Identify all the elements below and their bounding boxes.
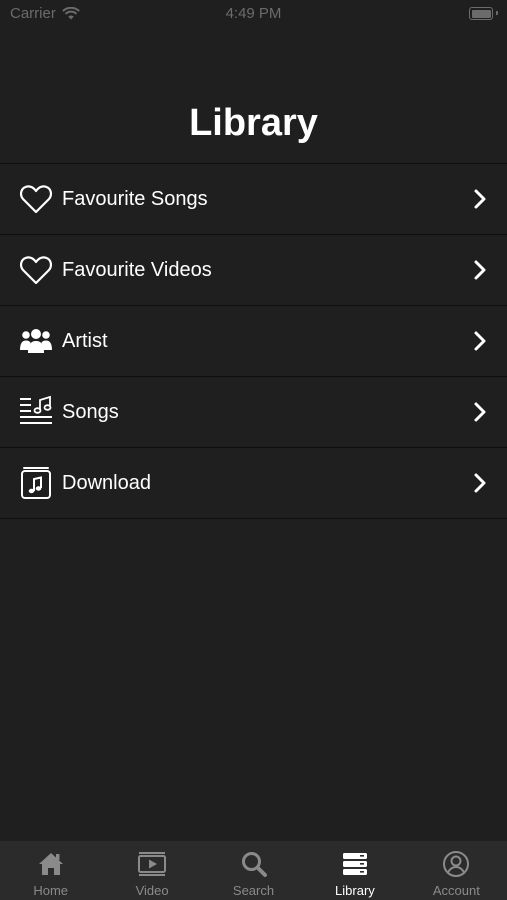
- search-icon: [241, 852, 267, 877]
- battery-tip: [496, 11, 498, 15]
- tab-bar: Home Video Search Library Account: [0, 841, 507, 900]
- chevron-right-icon: [474, 189, 486, 209]
- page-title: Library: [189, 102, 318, 144]
- menu-item-label: Songs: [62, 400, 119, 423]
- menu-item-label: Favourite Songs: [62, 187, 208, 210]
- menu-item-label: Favourite Videos: [62, 258, 212, 281]
- chevron-right-icon: [474, 473, 486, 493]
- status-time: 4:49 PM: [225, 5, 282, 22]
- tab-home[interactable]: Home: [0, 841, 101, 900]
- menu-item-favourite-videos[interactable]: Favourite Videos: [0, 235, 507, 306]
- menu-item-label: Artist: [62, 329, 108, 352]
- menu-item-label: Download: [62, 471, 151, 494]
- status-bar: Carrier 4:49 PM: [0, 0, 507, 28]
- people-icon: [19, 324, 53, 358]
- tab-label: Search: [232, 883, 275, 898]
- heart-icon: [19, 182, 53, 216]
- tab-label: Video: [135, 883, 169, 898]
- chevron-right-icon: [474, 260, 486, 280]
- menu-item-favourite-songs[interactable]: Favourite Songs: [0, 164, 507, 235]
- menu-item-artist[interactable]: Artist: [0, 306, 507, 377]
- music-list-icon: [19, 395, 53, 429]
- heart-icon: [19, 253, 53, 287]
- tab-label: Library: [335, 883, 375, 898]
- music-file-icon: [19, 466, 53, 500]
- battery-icon: [469, 7, 493, 20]
- chevron-right-icon: [474, 331, 486, 351]
- library-menu-list: Favourite Songs Favourite Videos Artist …: [0, 163, 507, 519]
- tab-label: Account: [432, 883, 480, 898]
- tab-search[interactable]: Search: [203, 841, 304, 900]
- tab-video[interactable]: Video: [101, 841, 202, 900]
- video-icon: [138, 852, 167, 876]
- tab-library[interactable]: Library: [304, 841, 405, 900]
- menu-item-songs[interactable]: Songs: [0, 377, 507, 448]
- chevron-right-icon: [474, 402, 486, 422]
- account-icon: [443, 851, 470, 877]
- tab-label: Home: [33, 883, 69, 898]
- home-icon: [38, 853, 63, 875]
- library-icon: [342, 853, 367, 875]
- menu-item-download[interactable]: Download: [0, 448, 507, 519]
- tab-account[interactable]: Account: [406, 841, 507, 900]
